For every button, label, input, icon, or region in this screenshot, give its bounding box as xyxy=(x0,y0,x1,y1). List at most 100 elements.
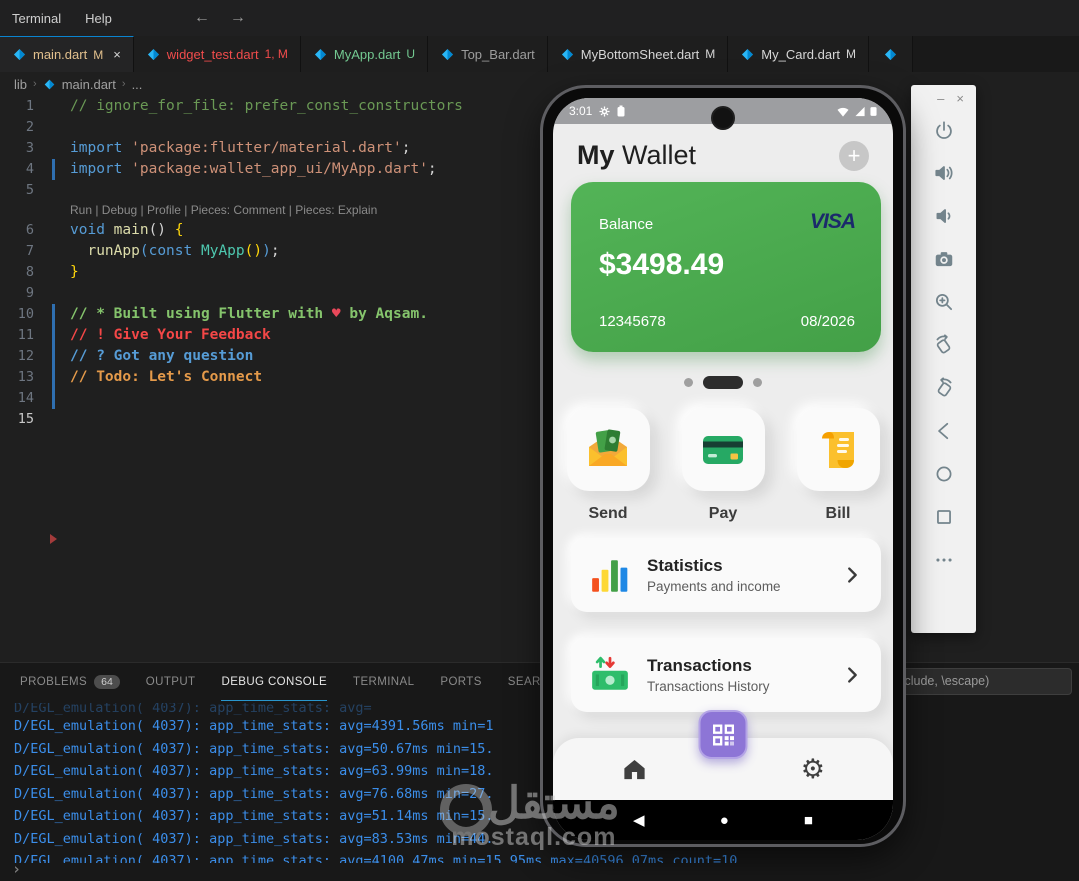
git-change-gutter-marker xyxy=(52,388,55,409)
tab-Top_Bar.dart[interactable]: Top_Bar.dart xyxy=(428,36,548,72)
menu-help[interactable]: Help xyxy=(73,11,124,26)
dart-icon xyxy=(883,47,898,62)
tab-main.dart[interactable]: main.dart M × xyxy=(0,36,134,72)
action-pay: Pay xyxy=(681,408,765,523)
android-nav-bar: ◀ ● ■ xyxy=(553,800,893,840)
close-button[interactable]: × xyxy=(956,91,964,106)
code-text: runApp(const MyApp()); xyxy=(87,243,280,259)
transactions-card[interactable]: Transactions Transactions History xyxy=(571,638,881,712)
panel-tab-output[interactable]: OUTPUT xyxy=(146,663,196,701)
git-change-gutter-marker xyxy=(52,325,55,346)
credit-card-icon xyxy=(703,435,743,464)
android-emulator-phone: 3:01 My Wallet + Balance VISA $3498.49 1… xyxy=(540,85,906,847)
git-change-gutter-marker xyxy=(52,304,55,325)
menu-terminal[interactable]: Terminal xyxy=(0,11,73,26)
statistics-card[interactable]: Statistics Payments and income xyxy=(571,538,881,612)
code-text: import 'package:flutter/material.dart'; xyxy=(70,140,411,156)
line-number: 4 xyxy=(25,161,34,177)
breadcrumb-separator: › xyxy=(121,78,126,90)
android-home-button[interactable]: ● xyxy=(720,812,729,829)
line-number: 13 xyxy=(17,369,34,385)
code-text: import 'package:wallet_app_ui/MyApp.dart… xyxy=(70,161,437,177)
tab-partial[interactable] xyxy=(869,36,914,72)
pay-button[interactable] xyxy=(681,408,765,491)
send-money-icon xyxy=(589,428,627,466)
nav-back-icon[interactable]: ← xyxy=(184,9,220,27)
emulator-volume-up-icon[interactable] xyxy=(924,151,964,194)
send-button[interactable] xyxy=(566,408,650,491)
tab-git-badge: M xyxy=(705,47,716,61)
chevron-right-icon xyxy=(841,564,863,586)
emulator-back-icon[interactable] xyxy=(924,409,964,452)
panel-tab-problems[interactable]: PROBLEMS 64 xyxy=(20,663,120,701)
tab-My_Card.dart[interactable]: My_Card.dart M xyxy=(728,36,870,72)
tab-git-badge: M xyxy=(846,47,857,61)
battery-icon xyxy=(870,107,877,116)
breadcrumb-item[interactable]: main.dart xyxy=(62,77,116,92)
dart-icon xyxy=(43,78,56,91)
menu-card-subtitle: Transactions History xyxy=(647,679,770,694)
add-card-button[interactable]: + xyxy=(839,140,869,171)
card-number: 12345678 xyxy=(599,313,666,330)
android-recents-button[interactable]: ■ xyxy=(804,812,813,829)
app-title-rest: Wallet xyxy=(614,140,697,170)
emulator-volume-down-icon[interactable] xyxy=(924,194,964,237)
emulator-overview-icon[interactable] xyxy=(924,495,964,538)
bill-receipt-icon xyxy=(822,431,854,468)
tab-MyBottomSheet.dart[interactable]: MyBottomSheet.dart M xyxy=(547,36,729,72)
balance-card[interactable]: Balance VISA $3498.49 12345678 08/2026 xyxy=(571,182,881,352)
emulator-home-icon[interactable] xyxy=(924,452,964,495)
line-number: 11 xyxy=(17,327,34,343)
home-icon[interactable] xyxy=(621,756,648,783)
breadcrumb-item[interactable]: lib xyxy=(14,77,27,92)
status-right-icons xyxy=(836,105,877,117)
line-number: 15 xyxy=(17,411,34,427)
action-label: Pay xyxy=(708,505,738,522)
emulator-screenshot-camera-icon[interactable] xyxy=(924,237,964,280)
emulator-zoom-icon[interactable] xyxy=(924,280,964,323)
bar-chart-icon xyxy=(592,560,628,592)
code-text: // ! Give Your Feedback xyxy=(70,327,271,343)
tab-git-badge: U xyxy=(406,47,416,61)
emulator-rotate-right-icon[interactable] xyxy=(924,366,964,409)
emulator-more-icon[interactable] xyxy=(924,538,964,581)
panel-tab-debug-console[interactable]: DEBUG CONSOLE xyxy=(221,663,328,701)
line-number: 8 xyxy=(25,264,34,280)
bill-button[interactable] xyxy=(796,408,880,491)
qr-scanner-fab[interactable] xyxy=(698,710,748,759)
panel-tab-label: OUTPUT xyxy=(145,676,196,688)
tab-widget_test.dart[interactable]: widget_test.dart 1, M xyxy=(133,36,301,72)
android-back-button[interactable]: ◀ xyxy=(633,811,645,829)
money-transfer-icon xyxy=(592,656,628,690)
line-number: 14 xyxy=(17,390,34,406)
tab-MyApp.dart[interactable]: MyApp.dart U xyxy=(300,36,429,72)
panel-tab-terminal[interactable]: TERMINAL xyxy=(353,663,414,701)
line-number: 9 xyxy=(25,285,34,301)
breadcrumb-separator: › xyxy=(33,78,37,90)
minimize-button[interactable]: – xyxy=(937,91,944,106)
emulator-power-icon[interactable] xyxy=(924,108,964,151)
breadcrumb-item[interactable]: ... xyxy=(132,77,143,92)
balance-amount: $3498.49 xyxy=(599,248,725,281)
gear-icon xyxy=(599,105,610,117)
app-header: My Wallet + xyxy=(553,124,893,177)
dart-icon xyxy=(740,47,755,62)
page-dot-active xyxy=(703,376,743,389)
action-send: Send xyxy=(566,408,650,523)
console-line: D/EGL_emulation( 4037): app_time_stats: … xyxy=(14,830,494,847)
line-number: 7 xyxy=(25,243,34,259)
page-dot xyxy=(684,378,693,387)
close-icon[interactable]: × xyxy=(113,47,121,62)
line-number: 12 xyxy=(17,348,34,364)
panel-tab-label: DEBUG CONSOLE xyxy=(221,675,328,688)
settings-gear-icon[interactable]: ⚙ xyxy=(801,755,825,783)
phone-screen: 3:01 My Wallet + Balance VISA $3498.49 1… xyxy=(553,98,893,840)
emulator-rotate-left-icon[interactable] xyxy=(924,323,964,366)
tab-label: widget_test.dart xyxy=(166,46,259,62)
tab-label: MyApp.dart xyxy=(333,46,401,62)
panel-tab-ports[interactable]: PORTS xyxy=(440,663,481,701)
console-prompt[interactable]: › xyxy=(12,860,21,878)
nav-forward-icon[interactable]: → xyxy=(220,9,256,27)
tab-git-badge: 1, M xyxy=(264,47,288,61)
